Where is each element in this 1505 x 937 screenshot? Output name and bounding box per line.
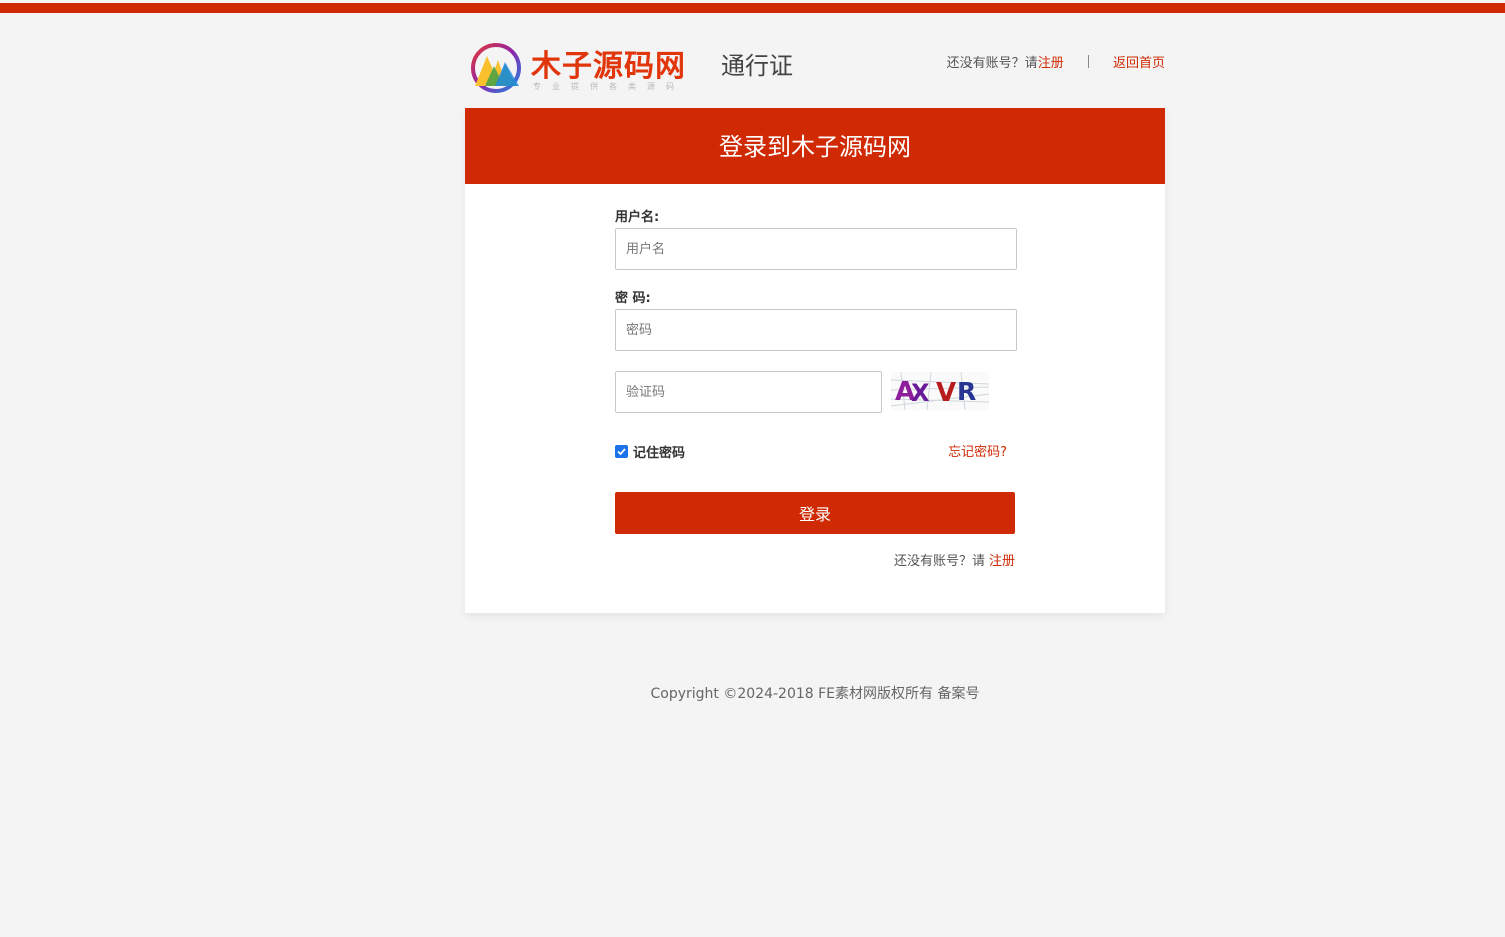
logo-name: 木子源码网	[531, 49, 686, 84]
header-register-link[interactable]: 注册	[1038, 56, 1064, 71]
header-links: 还没有账号？请注册 返回首页	[947, 52, 1165, 71]
login-panel: 登录到木子源码网 用户名: 密 码: A X V R 记住密码 忘记密码	[465, 108, 1165, 613]
svg-text:R: R	[957, 377, 976, 406]
register-prompt-text: 还没有账号？请	[893, 554, 985, 569]
checkmark-icon	[617, 447, 626, 455]
captcha-input[interactable]	[615, 371, 882, 413]
logo-slogan: 专业提供各类源码	[533, 82, 685, 91]
captcha-image[interactable]: A X V R	[891, 372, 989, 410]
register-link[interactable]: 注册	[989, 554, 1015, 569]
remember-password[interactable]: 记住密码	[615, 442, 686, 461]
panel-title: 登录到木子源码网	[465, 108, 1165, 184]
logo-mark-icon	[471, 43, 521, 93]
no-account-prompt: 还没有账号？请	[946, 56, 1038, 71]
svg-text:V: V	[936, 378, 956, 408]
remember-checkbox[interactable]	[615, 444, 628, 458]
username-label: 用户名:	[615, 210, 660, 225]
top-accent-bar	[0, 3, 1505, 13]
login-button[interactable]: 登录	[615, 492, 1015, 534]
register-prompt: 还没有账号？请 注册	[894, 550, 1015, 569]
site-header: 木子源码网 专业提供各类源码 通行证 还没有账号？请注册 返回首页	[465, 38, 1165, 98]
forgot-password-link[interactable]: 忘记密码?	[948, 441, 1007, 460]
footer-copyright: Copyright ©2024-2018 FE素材网版权所有 备案号	[650, 686, 980, 702]
site-logo[interactable]: 木子源码网 专业提供各类源码	[465, 38, 705, 98]
username-input[interactable]	[615, 228, 1017, 270]
password-label: 密 码:	[615, 291, 651, 306]
home-link[interactable]: 返回首页	[1113, 56, 1165, 71]
link-divider	[1087, 55, 1089, 68]
password-input[interactable]	[615, 309, 1017, 351]
remember-label: 记住密码	[633, 445, 686, 461]
svg-text:X: X	[911, 379, 930, 407]
passport-title: 通行证	[721, 52, 793, 80]
